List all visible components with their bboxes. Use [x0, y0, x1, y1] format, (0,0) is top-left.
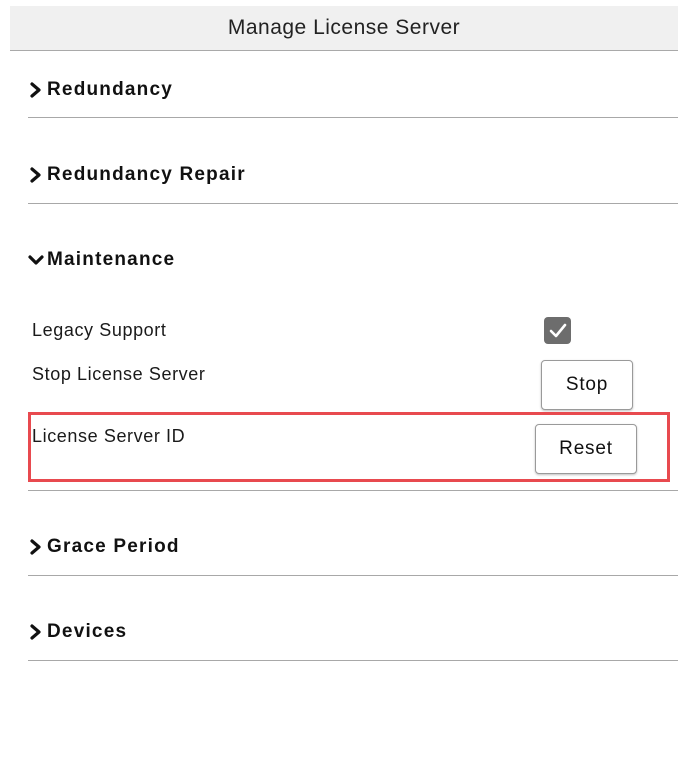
section-grace-period[interactable]: Grace Period — [28, 532, 678, 562]
license-server-id-label: License Server ID — [32, 426, 186, 446]
divider — [28, 490, 678, 491]
section-redundancy[interactable]: Redundancy — [28, 75, 678, 105]
section-redundancy-header[interactable]: Redundancy — [28, 75, 678, 105]
chevron-right-icon — [28, 623, 44, 641]
section-devices[interactable]: Devices — [28, 617, 678, 647]
divider — [28, 203, 678, 204]
section-redundancy-repair[interactable]: Redundancy Repair — [28, 160, 678, 190]
divider — [28, 575, 678, 576]
divider — [28, 117, 678, 118]
section-maintenance[interactable]: Maintenance — [28, 245, 678, 275]
chevron-down-icon — [28, 251, 44, 269]
stop-button[interactable]: Stop — [541, 360, 633, 410]
section-maintenance-header[interactable]: Maintenance — [28, 245, 678, 275]
section-maintenance-label: Maintenance — [47, 249, 176, 270]
chevron-right-icon — [28, 538, 44, 556]
section-devices-header[interactable]: Devices — [28, 617, 678, 647]
chevron-right-icon — [28, 166, 44, 184]
section-grace-period-header[interactable]: Grace Period — [28, 532, 678, 562]
stop-license-server-label: Stop License Server — [32, 364, 206, 384]
legacy-support-label: Legacy Support — [32, 320, 167, 340]
reset-button[interactable]: Reset — [535, 424, 637, 474]
divider — [28, 660, 678, 661]
legacy-support-checkbox[interactable] — [544, 317, 571, 344]
section-grace-period-label: Grace Period — [47, 536, 180, 557]
section-redundancy-repair-label: Redundancy Repair — [47, 164, 246, 185]
section-redundancy-label: Redundancy — [47, 79, 174, 100]
chevron-right-icon — [28, 81, 44, 99]
section-redundancy-repair-header[interactable]: Redundancy Repair — [28, 160, 678, 190]
page-title: Manage License Server — [227, 16, 461, 39]
section-devices-label: Devices — [47, 621, 128, 642]
check-icon — [549, 323, 566, 337]
dialog-header: Manage License Server — [10, 6, 678, 51]
